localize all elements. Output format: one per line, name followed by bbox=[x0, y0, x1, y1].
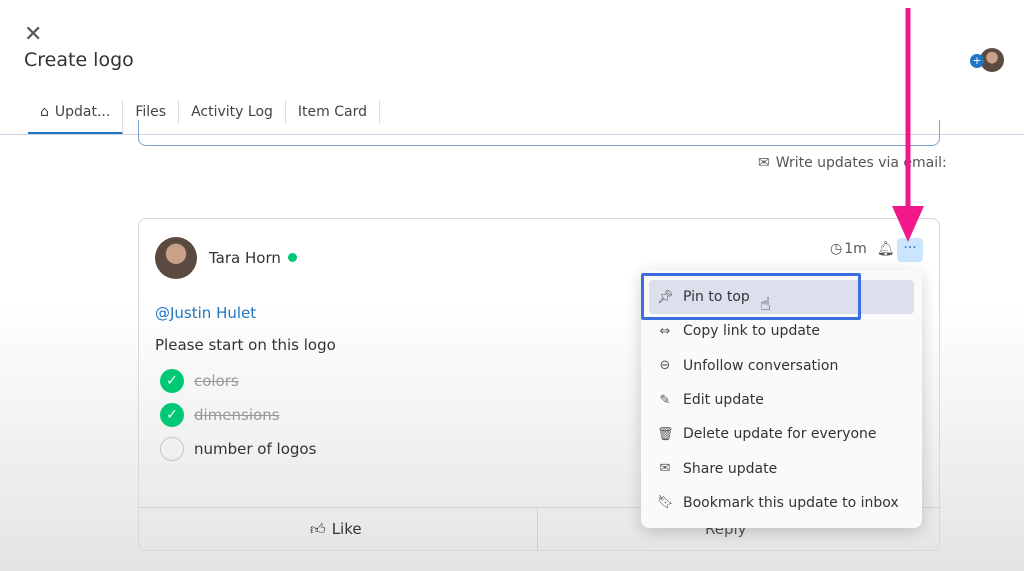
annotation-highlight-box bbox=[641, 273, 861, 320]
checklist-item[interactable]: number of logos bbox=[160, 437, 316, 461]
arrow-head bbox=[892, 206, 924, 242]
add-subscriber-avatar[interactable]: + bbox=[970, 48, 1004, 74]
page-title: Create logo bbox=[24, 49, 134, 71]
checklist-item[interactable]: ✓ dimensions bbox=[160, 403, 280, 427]
pencil-icon: ✎ bbox=[659, 392, 671, 408]
post-meta: ◷ 1m 🔔︎ bbox=[830, 241, 895, 257]
home-icon: ⌂ bbox=[40, 104, 49, 120]
avatar[interactable] bbox=[155, 237, 197, 279]
checklist-text: number of logos bbox=[194, 440, 317, 458]
like-button[interactable]: 👍︎ Like bbox=[310, 520, 362, 539]
menu-label: Edit update bbox=[683, 392, 764, 409]
checked-icon[interactable]: ✓ bbox=[160, 369, 184, 393]
mail-icon: ✉ bbox=[659, 461, 671, 477]
checklist-text: dimensions bbox=[194, 406, 280, 424]
tab-updates[interactable]: ⌂ Updat... bbox=[28, 100, 124, 135]
menu-item-share[interactable]: ✉ Share update bbox=[649, 451, 914, 485]
menu-item-unfollow[interactable]: ⊖ Unfollow conversation bbox=[649, 349, 914, 383]
menu-label: Share update bbox=[683, 460, 778, 477]
clock-icon: ◷ bbox=[830, 241, 843, 257]
tab-label: Updat... bbox=[54, 104, 111, 120]
mail-icon: ✉ bbox=[758, 155, 770, 171]
bookmark-icon: 🔖︎ bbox=[657, 495, 674, 511]
mention[interactable]: @Justin Hulet bbox=[155, 304, 256, 322]
menu-label: Bookmark this update to inbox bbox=[683, 494, 899, 511]
checked-icon[interactable]: ✓ bbox=[160, 403, 184, 427]
online-indicator bbox=[288, 253, 297, 262]
menu-item-delete[interactable]: 🗑︎ Delete update for everyone bbox=[649, 417, 914, 451]
menu-label: Delete update for everyone bbox=[683, 426, 877, 443]
menu-label: Unfollow conversation bbox=[683, 357, 839, 374]
unchecked-icon[interactable] bbox=[160, 437, 184, 461]
trash-icon: 🗑︎ bbox=[657, 426, 674, 442]
like-label: Like bbox=[331, 520, 362, 538]
post-time: 1m bbox=[844, 241, 867, 257]
checklist-item[interactable]: ✓ colors bbox=[160, 369, 239, 393]
chat-icon: ⊖ bbox=[659, 358, 671, 374]
annotation-arrow bbox=[892, 8, 924, 242]
thumbs-up-icon: 👍︎ bbox=[310, 520, 326, 538]
menu-item-edit[interactable]: ✎ Edit update bbox=[649, 383, 914, 417]
update-editor[interactable] bbox=[138, 120, 940, 146]
menu-label: Copy link to update bbox=[683, 323, 821, 340]
menu-item-bookmark[interactable]: 🔖︎ Bookmark this update to inbox bbox=[649, 486, 914, 520]
close-icon[interactable]: ✕ bbox=[24, 22, 42, 47]
link-icon: ⇔ bbox=[659, 323, 671, 339]
post-text: Please start on this logo bbox=[155, 336, 336, 354]
hand-cursor-icon: ☝ bbox=[760, 294, 771, 315]
author-name[interactable]: Tara Horn bbox=[209, 249, 281, 267]
divider bbox=[537, 507, 538, 551]
checklist-text: colors bbox=[194, 372, 239, 390]
